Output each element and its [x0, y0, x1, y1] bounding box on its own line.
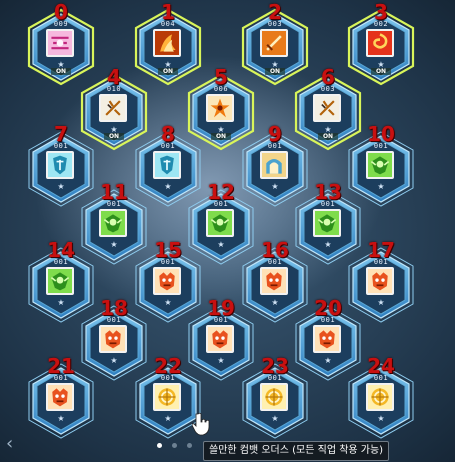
star-icon: ★	[271, 414, 279, 423]
slot-count: 001	[53, 374, 69, 382]
on-badge: ON	[211, 133, 231, 140]
orange-mask-icon	[206, 325, 234, 353]
skill-slot-21[interactable]: 001 ★ 21	[26, 356, 96, 440]
item-tooltip: 쓸만한 컴뱃 오더스 (모든 직업 착용 가능)	[203, 441, 390, 461]
on-badge: ON	[371, 68, 391, 75]
slot-count: 004	[160, 20, 176, 28]
slot-count: 001	[106, 316, 122, 324]
gold-emblem-icon	[366, 383, 394, 411]
slot-count: 001	[373, 258, 389, 266]
skill-board: 009 ★ ON 0 004 ★ ON 1 003 ★ ON 2 002 ★ ON 3 010 ★ ON 4 006 ★ O…	[0, 0, 455, 462]
blue-crest-icon	[46, 151, 74, 179]
on-badge: ON	[318, 133, 338, 140]
slot-count: 001	[267, 142, 283, 150]
page-dot-3[interactable]	[187, 443, 192, 448]
slot-count: 001	[160, 374, 176, 382]
slot-count: 001	[373, 142, 389, 150]
orange-flame-icon	[153, 29, 181, 57]
slot-count: 009	[53, 20, 69, 28]
slot-count: 001	[160, 258, 176, 266]
pink-glyph-icon	[46, 29, 74, 57]
skill-slot-24[interactable]: 001 ★ 24	[346, 356, 416, 440]
blue-crest-icon	[153, 151, 181, 179]
orange-mask-icon	[46, 383, 74, 411]
red-spiral-icon	[366, 29, 394, 57]
gold-emblem-icon	[153, 383, 181, 411]
orange-mask-icon	[260, 267, 288, 295]
on-badge: ON	[104, 133, 124, 140]
star-icon: ★	[377, 414, 385, 423]
slot-count: 001	[267, 258, 283, 266]
page-dot-1[interactable]	[157, 443, 162, 448]
star-icon: ★	[57, 414, 65, 423]
slot-count: 003	[320, 85, 336, 93]
slot-count: 001	[160, 142, 176, 150]
white-glyph-icon	[313, 94, 341, 122]
green-crest-icon	[206, 209, 234, 237]
green-crest-icon	[99, 209, 127, 237]
fire-burst-icon	[206, 94, 234, 122]
orange-mask-icon	[313, 325, 341, 353]
gold-emblem-icon	[260, 383, 288, 411]
slot-count: 010	[106, 85, 122, 93]
green-crest-icon	[366, 151, 394, 179]
slot-count: 006	[213, 85, 229, 93]
green-crest-icon	[313, 209, 341, 237]
orange-mask-icon	[99, 325, 127, 353]
slot-count: 001	[106, 200, 122, 208]
page-dot-2[interactable]	[172, 443, 177, 448]
on-badge: ON	[158, 68, 178, 75]
orange-mask-icon	[366, 267, 394, 295]
slot-count: 001	[213, 316, 229, 324]
green-crest-icon	[46, 267, 74, 295]
sword-icon	[260, 29, 288, 57]
gate-icon	[260, 151, 288, 179]
slot-count: 001	[320, 316, 336, 324]
skill-slot-23[interactable]: 001 ★ 23	[240, 356, 310, 440]
on-badge: ON	[51, 68, 71, 75]
slot-count: 001	[267, 374, 283, 382]
slot-count: 001	[53, 258, 69, 266]
slot-count: 001	[320, 200, 336, 208]
on-badge: ON	[265, 68, 285, 75]
slot-count: 003	[267, 20, 283, 28]
slot-count: 001	[213, 200, 229, 208]
slot-count: 001	[53, 142, 69, 150]
orange-mask-icon	[153, 267, 181, 295]
slot-count: 002	[373, 20, 389, 28]
hand-cursor-icon	[192, 412, 210, 436]
white-glyph-icon	[99, 94, 127, 122]
slot-count: 001	[373, 374, 389, 382]
